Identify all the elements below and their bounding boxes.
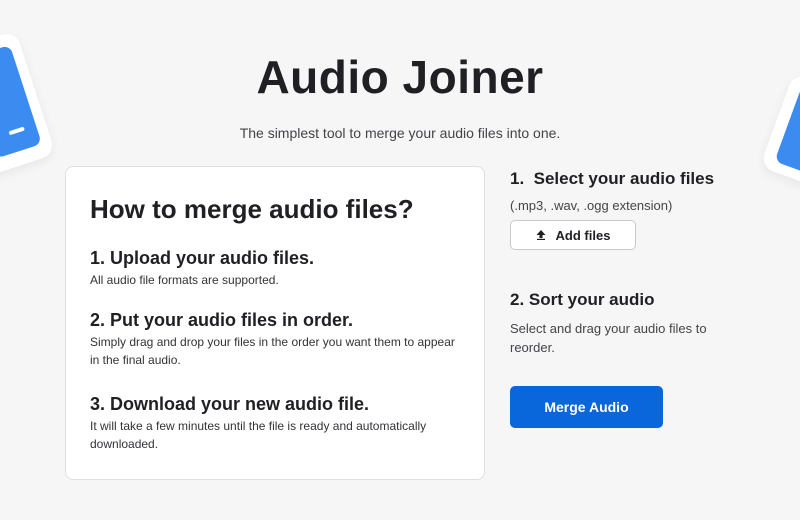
step-description: All audio file formats are supported. [90,273,279,287]
merge-audio-label: Merge Audio [544,399,629,415]
how-to-step-upload: 1. Upload your audio files. All audio fi… [90,247,460,289]
upload-icon [536,230,546,240]
add-files-label: Add files [555,227,611,243]
sort-audio-description: Select and drag your audio files to reor… [510,321,707,355]
page-subtitle: The simplest tool to merge your audio fi… [239,125,561,141]
page-title: Audio Joiner [256,51,544,103]
step-title: 3. Download your new audio file. [90,394,370,414]
merge-audio-button[interactable]: Merge Audio [510,386,663,428]
sort-audio-heading: 2. Sort your audio [510,290,655,309]
step-description: Simply drag and drop your files in the o… [90,335,455,367]
select-files-heading: 1. Select your audio files [510,169,715,188]
how-to-card: How to merge audio files? 1. Upload your… [65,166,485,480]
how-to-heading: How to merge audio files? [90,194,414,224]
how-to-step-download: 3. Download your new audio file. It will… [90,393,460,453]
merge-panel: 1. Select your audio files (.mp3, .wav, … [510,168,750,428]
step-title: 1. Upload your audio files. [90,248,315,268]
add-files-button[interactable]: Add files [510,220,636,250]
file-extension-hint: (.mp3, .wav, .ogg extension) [510,198,673,213]
how-to-step-order: 2. Put your audio files in order. Simply… [90,309,460,369]
step-description: It will take a few minutes until the fil… [90,419,427,451]
step-title: 2. Put your audio files in order. [90,310,354,330]
